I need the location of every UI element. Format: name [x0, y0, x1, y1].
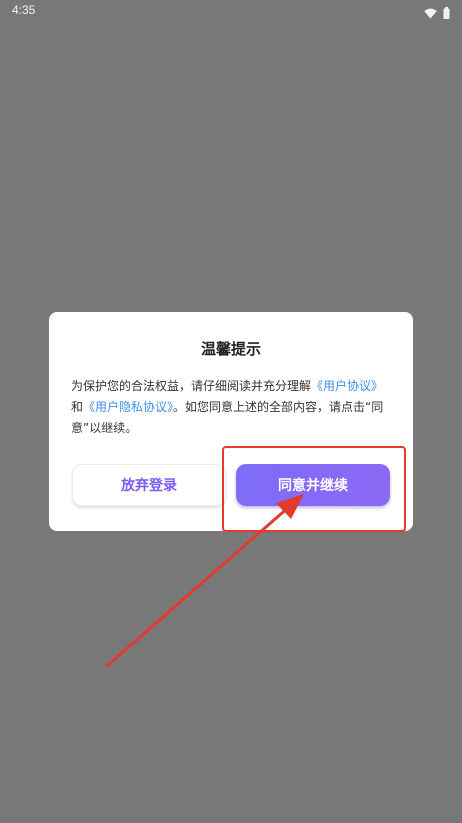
- user-agreement-link[interactable]: 《用户协议》: [311, 379, 383, 393]
- dialog-title: 温馨提示: [200, 340, 261, 358]
- dialog-body: 为保护您的合法权益，请仔细阅读并充分理解《用户协议》和《用户隐私协议》。如您同意…: [71, 376, 393, 439]
- privacy-agreement-link[interactable]: 《用户隐私协议》: [83, 400, 173, 414]
- status-icons: [424, 4, 450, 23]
- body-text-prefix: 为保护您的合法权益，请仔细阅读并充分理解: [71, 379, 312, 393]
- cancel-login-button[interactable]: 放弃登录: [72, 464, 226, 506]
- battery-icon: [443, 4, 450, 23]
- annotation-highlight-box: [222, 446, 406, 532]
- status-bar: 4:35: [0, 0, 462, 22]
- wifi-icon: [424, 4, 437, 23]
- status-time: 4:35: [12, 3, 36, 17]
- body-text-and: 和: [71, 400, 84, 414]
